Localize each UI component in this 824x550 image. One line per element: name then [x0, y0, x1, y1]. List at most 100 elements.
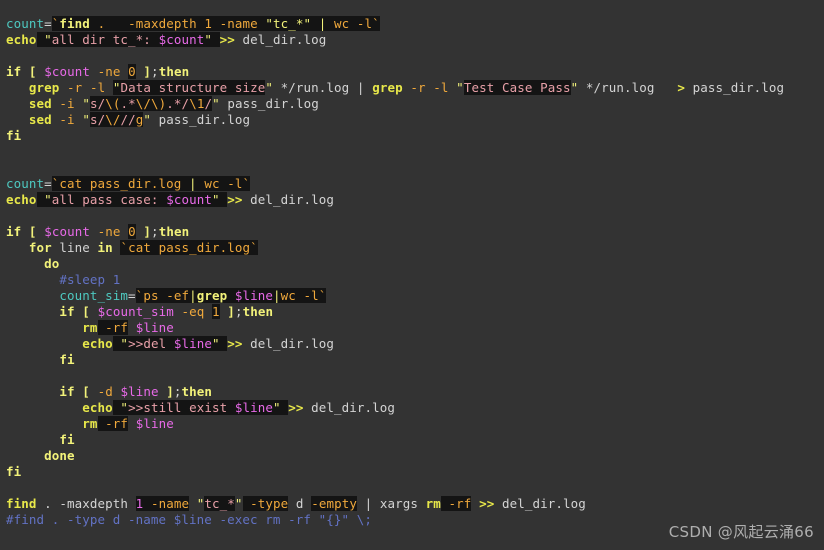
code-token: count [6, 176, 45, 191]
code-token: = [128, 288, 136, 303]
code-token: del_dir.log [242, 336, 335, 351]
code-line[interactable] [0, 368, 824, 384]
code-token: " [456, 80, 464, 95]
code-line[interactable]: grep -r -l "Data structure size" */run.l… [0, 80, 824, 96]
code-line[interactable] [0, 160, 824, 176]
code-line[interactable]: echo "all dir tc_*: $count" >> del_dir.l… [0, 32, 824, 48]
code-line[interactable]: if [ -d $line ];then [0, 384, 824, 400]
code-line[interactable]: fi [0, 464, 824, 480]
code-token: #sleep 1 [59, 272, 121, 287]
code-line[interactable]: fi [0, 432, 824, 448]
code-token: find [6, 496, 37, 511]
code-line[interactable]: sed -i "s/\///g" pass_dir.log [0, 112, 824, 128]
code-token: -rf [105, 320, 129, 335]
code-line[interactable]: do [0, 256, 824, 272]
code-token: */run.log [273, 80, 357, 95]
code-token: count [6, 16, 45, 31]
code-token: = [44, 16, 52, 31]
code-token: pass_dir.log [151, 112, 251, 127]
code-token: >> [219, 32, 235, 47]
code-line[interactable] [0, 48, 824, 64]
code-token: " [120, 336, 129, 351]
code-token: / [204, 96, 213, 111]
code-token: -type [250, 496, 289, 511]
code-token: ] [166, 384, 174, 399]
code-line[interactable]: count=`cat pass_dir.log | wc -l` [0, 176, 824, 192]
code-token: $line [135, 320, 174, 335]
code-token [36, 192, 45, 207]
code-token [36, 32, 45, 47]
code-token: fi [59, 352, 75, 367]
code-token: ] [227, 304, 235, 319]
code-token: line [51, 240, 98, 255]
code-token: -l [433, 80, 449, 95]
code-token: | [356, 80, 365, 95]
code-line[interactable]: find . -maxdepth 1 -name "tc_*" -type d … [0, 496, 824, 512]
code-token: [ [28, 224, 37, 239]
code-token: `cat pass_dir.log` [120, 240, 258, 255]
code-token: if [59, 384, 75, 399]
code-line[interactable]: if [ $count -ne 0 ];then [0, 224, 824, 240]
code-viewer[interactable]: count=`find . -maxdepth 1 -name "tc_*" |… [0, 0, 824, 550]
code-line[interactable]: done [0, 448, 824, 464]
code-token: Data structure size [120, 80, 266, 95]
code-token: " [143, 112, 152, 127]
code-token: ps -ef [143, 288, 190, 303]
code-line[interactable]: for line in `cat pass_dir.log` [0, 240, 824, 256]
code-line[interactable]: rm -rf $line [0, 320, 824, 336]
code-line[interactable]: echo ">>still exist $line" >> del_dir.lo… [0, 400, 824, 416]
code-token: then [158, 64, 190, 79]
code-token: -empty [311, 496, 357, 511]
code-token: -r [67, 80, 83, 95]
code-line[interactable]: if [ $count -ne 0 ];then [0, 64, 824, 80]
code-token: do [44, 256, 60, 271]
code-token: done [44, 448, 75, 463]
code-token: del_dir.log [303, 400, 396, 415]
code-token: " [212, 96, 220, 111]
code-line[interactable]: if [ $count_sim -eq 1 ];then [0, 304, 824, 320]
code-line[interactable]: rm -rf $line [0, 416, 824, 432]
code-token: " [204, 32, 212, 47]
code-line[interactable]: sed -i "s/\(.*\/\).*/\1/" pass_dir.log [0, 96, 824, 112]
code-line[interactable] [0, 144, 824, 160]
code-line[interactable]: count=`find . -maxdepth 1 -name "tc_*" |… [0, 16, 824, 32]
code-token: $line [120, 384, 159, 399]
code-token: $count [44, 224, 90, 239]
code-token: $count [158, 32, 205, 47]
code-token: . -maxdepth 1 -name [89, 16, 266, 31]
code-token: if [6, 64, 22, 79]
code-line[interactable] [0, 480, 824, 496]
code-line[interactable] [0, 208, 824, 224]
code-line[interactable]: fi [0, 128, 824, 144]
code-token: if [59, 304, 75, 319]
code-token: del_dir.log [242, 192, 335, 207]
code-token: $line [234, 288, 274, 303]
code-token: ; [151, 224, 159, 239]
code-token: then [242, 304, 274, 319]
code-line[interactable]: count_sim=`ps -ef|grep $line|wc -l` [0, 288, 824, 304]
code-token: for [28, 240, 52, 255]
code-line[interactable]: echo ">>del $line" >> del_dir.log [0, 336, 824, 352]
code-line[interactable]: fi [0, 352, 824, 368]
code-token [242, 496, 251, 511]
code-token: $count_sim [97, 304, 174, 319]
code-token: | [189, 176, 197, 191]
code-token: > [677, 80, 685, 95]
code-token: fi [6, 128, 22, 143]
code-token: " [120, 400, 129, 415]
code-line[interactable]: #sleep 1 [0, 272, 824, 288]
code-token: [ [82, 304, 90, 319]
code-line[interactable]: echo "all pass case: $count" >> del_dir.… [0, 192, 824, 208]
code-token: .* [120, 96, 136, 111]
code-token: rm [82, 320, 98, 335]
code-token: echo [6, 32, 37, 47]
code-token: `cat pass_dir.log [51, 176, 190, 191]
